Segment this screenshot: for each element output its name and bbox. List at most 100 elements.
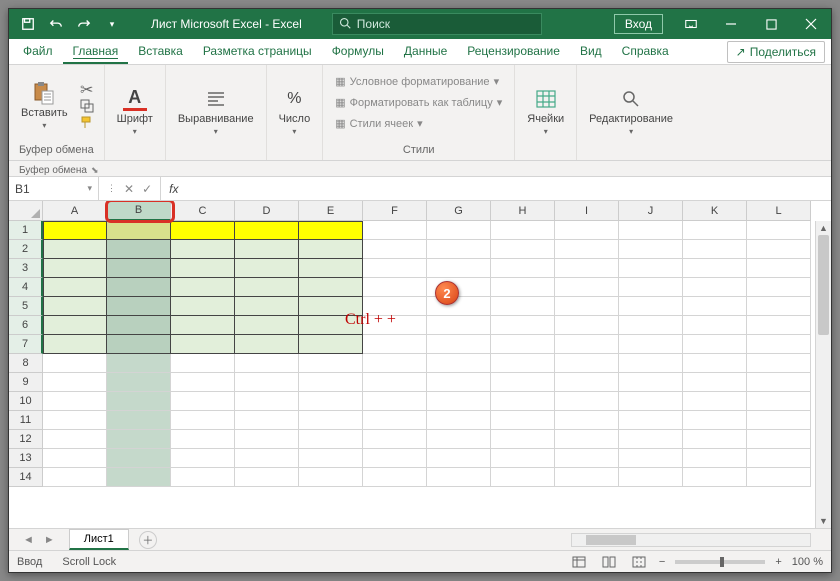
cell-I13[interactable] (555, 449, 619, 468)
cell-J14[interactable] (619, 468, 683, 487)
cell-I11[interactable] (555, 411, 619, 430)
row-header-1[interactable]: 1 (9, 221, 43, 240)
tab-file[interactable]: Файл (13, 39, 63, 64)
sheet-nav-next-icon[interactable]: ► (44, 534, 55, 546)
cell-F7[interactable] (363, 335, 427, 354)
row-header-2[interactable]: 2 (9, 240, 43, 259)
tab-layout[interactable]: Разметка страницы (193, 39, 322, 64)
cell-D14[interactable] (235, 468, 299, 487)
column-header-D[interactable]: D (235, 201, 299, 221)
cell-L12[interactable] (747, 430, 811, 449)
cell-B7[interactable] (107, 335, 171, 354)
cell-B14[interactable] (107, 468, 171, 487)
cell-A13[interactable] (43, 449, 107, 468)
cell-H6[interactable] (491, 316, 555, 335)
cell-C8[interactable] (171, 354, 235, 373)
view-normal-icon[interactable] (569, 554, 589, 570)
row-header-13[interactable]: 13 (9, 449, 43, 468)
row-header-12[interactable]: 12 (9, 430, 43, 449)
zoom-level[interactable]: 100 % (792, 556, 823, 568)
cell-C7[interactable] (171, 335, 235, 354)
cell-J1[interactable] (619, 221, 683, 240)
column-header-B[interactable]: B (107, 201, 171, 221)
number-button[interactable]: % Число ▾ (275, 85, 315, 138)
view-page-layout-icon[interactable] (599, 554, 619, 570)
cell-K11[interactable] (683, 411, 747, 430)
cell-I6[interactable] (555, 316, 619, 335)
zoom-slider[interactable] (675, 560, 765, 564)
cell-G8[interactable] (427, 354, 491, 373)
cell-H7[interactable] (491, 335, 555, 354)
cell-F3[interactable] (363, 259, 427, 278)
cell-A12[interactable] (43, 430, 107, 449)
cell-D13[interactable] (235, 449, 299, 468)
cell-K3[interactable] (683, 259, 747, 278)
cell-F10[interactable] (363, 392, 427, 411)
cell-K12[interactable] (683, 430, 747, 449)
cell-F8[interactable] (363, 354, 427, 373)
cell-B2[interactable] (107, 240, 171, 259)
cells-button[interactable]: Ячейки ▾ (523, 85, 568, 138)
cell-K14[interactable] (683, 468, 747, 487)
cell-L7[interactable] (747, 335, 811, 354)
cell-I7[interactable] (555, 335, 619, 354)
sheet-nav-prev-icon[interactable]: ◄ (23, 534, 34, 546)
cell-I3[interactable] (555, 259, 619, 278)
cell-L10[interactable] (747, 392, 811, 411)
scroll-down-icon[interactable]: ▼ (816, 514, 831, 528)
cell-J8[interactable] (619, 354, 683, 373)
row-header-14[interactable]: 14 (9, 468, 43, 487)
cell-L14[interactable] (747, 468, 811, 487)
row-header-11[interactable]: 11 (9, 411, 43, 430)
cell-D6[interactable] (235, 316, 299, 335)
fx-icon[interactable]: fx (161, 177, 186, 200)
cell-J3[interactable] (619, 259, 683, 278)
tab-help[interactable]: Справка (612, 39, 679, 64)
cell-K13[interactable] (683, 449, 747, 468)
cell-F11[interactable] (363, 411, 427, 430)
horizontal-scrollbar[interactable] (571, 533, 811, 547)
cell-K4[interactable] (683, 278, 747, 297)
cell-B4[interactable] (107, 278, 171, 297)
cell-A5[interactable] (43, 297, 107, 316)
cell-H14[interactable] (491, 468, 555, 487)
cell-K7[interactable] (683, 335, 747, 354)
cell-D1[interactable] (235, 221, 299, 240)
cell-C14[interactable] (171, 468, 235, 487)
cell-L6[interactable] (747, 316, 811, 335)
cell-E12[interactable] (299, 430, 363, 449)
cell-K8[interactable] (683, 354, 747, 373)
horizontal-scroll-thumb[interactable] (586, 535, 636, 545)
tab-view[interactable]: Вид (570, 39, 612, 64)
tab-data[interactable]: Данные (394, 39, 457, 64)
cell-C1[interactable] (171, 221, 235, 240)
cell-F14[interactable] (363, 468, 427, 487)
cell-B12[interactable] (107, 430, 171, 449)
zoom-out-icon[interactable]: − (659, 556, 665, 568)
cell-H3[interactable] (491, 259, 555, 278)
row-header-9[interactable]: 9 (9, 373, 43, 392)
cell-A4[interactable] (43, 278, 107, 297)
redo-icon[interactable] (73, 13, 95, 35)
cell-J4[interactable] (619, 278, 683, 297)
tab-insert[interactable]: Вставка (128, 39, 193, 64)
cell-L1[interactable] (747, 221, 811, 240)
font-button[interactable]: A Шрифт ▾ (113, 85, 157, 138)
cell-G11[interactable] (427, 411, 491, 430)
row-header-10[interactable]: 10 (9, 392, 43, 411)
format-painter-icon[interactable] (78, 115, 96, 129)
cell-I14[interactable] (555, 468, 619, 487)
cancel-icon[interactable]: ✕ (124, 182, 134, 196)
cell-L8[interactable] (747, 354, 811, 373)
signin-button[interactable]: Вход (614, 14, 663, 34)
cell-A7[interactable] (43, 335, 107, 354)
cell-A14[interactable] (43, 468, 107, 487)
row-header-7[interactable]: 7 (9, 335, 43, 354)
cell-E10[interactable] (299, 392, 363, 411)
cell-B13[interactable] (107, 449, 171, 468)
formula-input[interactable] (186, 177, 831, 200)
cell-A10[interactable] (43, 392, 107, 411)
cell-E11[interactable] (299, 411, 363, 430)
cell-I8[interactable] (555, 354, 619, 373)
cell-G10[interactable] (427, 392, 491, 411)
